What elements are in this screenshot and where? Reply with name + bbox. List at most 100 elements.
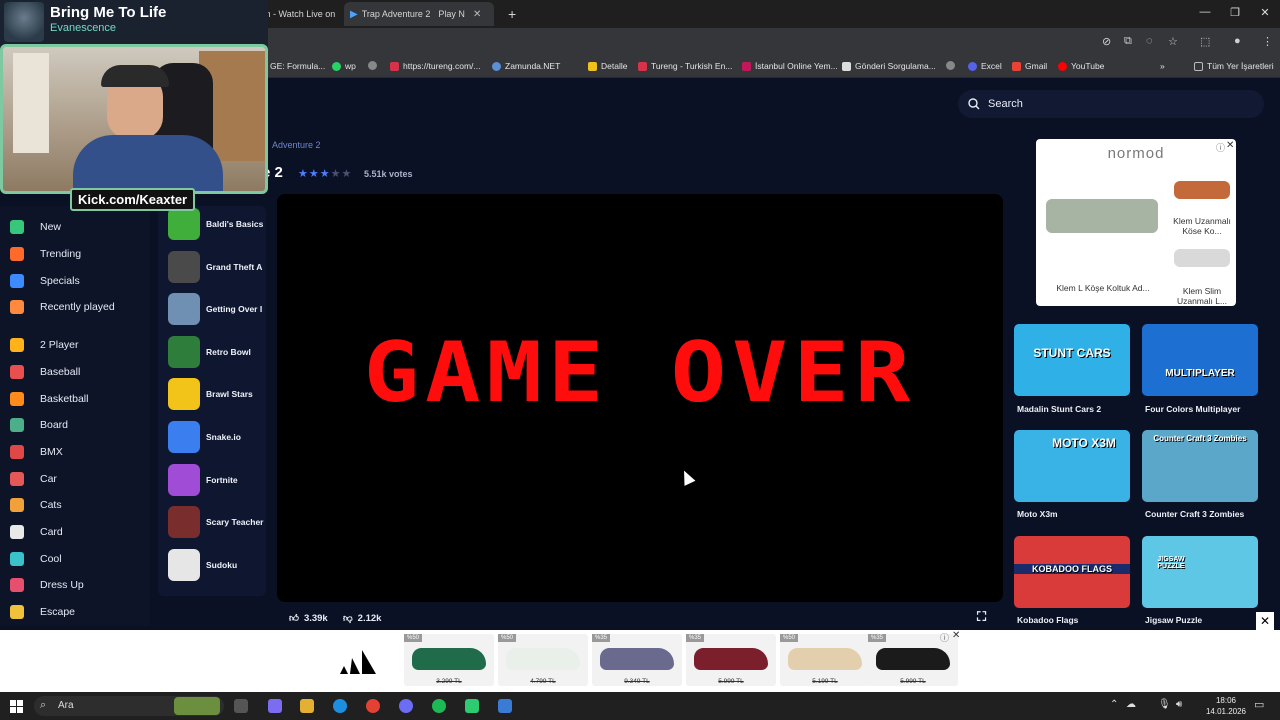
clock-date[interactable]: 14.01.2026 <box>1200 707 1252 716</box>
nav-item-2-player[interactable]: 2 Player <box>10 338 79 352</box>
sidebar-ad[interactable]: normod ⓘ ✕ Klem L Köşe Koltuk Ad... Klem… <box>1036 139 1236 306</box>
mic-icon[interactable]: 🎙︎ <box>1158 699 1171 710</box>
bookmark-formula[interactable]: GE: Formula... <box>270 61 325 71</box>
popular-game-item[interactable]: Retro Bowl <box>168 336 266 368</box>
file-explorer-icon[interactable] <box>300 699 314 713</box>
spotify-icon[interactable] <box>432 699 446 713</box>
restore-icon[interactable]: ❐ <box>1220 6 1250 19</box>
nav-item-escape[interactable]: Escape <box>10 605 75 619</box>
popular-game-item[interactable]: Getting Over I <box>168 293 266 325</box>
related-game-title[interactable]: Kobadoo Flags <box>1017 615 1078 625</box>
nav-item-recently-played[interactable]: Recently played <box>10 300 115 314</box>
nav-item-cats[interactable]: Cats <box>10 498 62 512</box>
related-game-thumbnail[interactable]: KOBADOO FLAGS <box>1014 536 1130 608</box>
bookmark-youtube[interactable]: YouTube <box>1058 61 1104 71</box>
bookmark-tureng[interactable]: https://tureng.com/... <box>390 61 480 71</box>
tab-trap-adventure[interactable]: ▶ Trap Adventure 2 Play N ✕ <box>344 2 494 26</box>
related-game-thumbnail[interactable]: Counter Craft 3 Zombies <box>1142 430 1258 502</box>
adidas-ad[interactable]: %50 3.299 TL %50 4.799 TL %35 9.349 TL %35 5… <box>318 630 962 692</box>
minimize-icon[interactable]: — <box>1190 6 1220 18</box>
bottom-ad-banner[interactable]: %50 3.299 TL %50 4.799 TL %35 9.349 TL %35 5… <box>0 630 1280 692</box>
shoe-ad-item[interactable]: %50 5.199 TL <box>780 634 870 686</box>
nav-item-trending[interactable]: Trending <box>10 247 81 261</box>
all-bookmarks[interactable]: Tüm Yer İşaretleri <box>1194 61 1274 71</box>
menu-icon[interactable]: ⋮ <box>1262 35 1273 48</box>
app-icon[interactable] <box>465 699 479 713</box>
search-input[interactable]: Search <box>958 90 1264 118</box>
taskbar-search[interactable]: ⌕ Ara <box>34 696 224 716</box>
nav-item-cool[interactable]: Cool <box>10 552 62 566</box>
related-game-thumbnail[interactable]: MULTIPLAYER <box>1142 324 1258 396</box>
bookmark-globe-2[interactable] <box>946 61 955 70</box>
bookmark-gmail[interactable]: Gmail <box>1012 61 1047 71</box>
tracking-icon[interactable]: ⊘ <box>1102 35 1111 48</box>
bookmark-excel[interactable]: Excel <box>968 61 1002 71</box>
install-icon[interactable]: ⧉ <box>1124 35 1132 48</box>
bookmark-zamunda[interactable]: Zamunda.NET <box>492 61 560 71</box>
tray-expand-icon[interactable]: ⌃ <box>1110 699 1118 710</box>
ad-close-icon[interactable]: ✕ <box>1226 140 1234 151</box>
banner-close-button[interactable]: ✕ <box>1256 612 1274 630</box>
like-button[interactable]: 👍︎ 3.39k <box>289 612 328 625</box>
related-game-thumbnail[interactable]: JIGSAW PUZZLE <box>1142 536 1258 608</box>
ad-info-icon[interactable]: ⓘ <box>1216 141 1225 154</box>
popular-game-item[interactable]: Baldi's Basics <box>168 208 266 240</box>
related-game-thumbnail[interactable]: STUNT CARS <box>1014 324 1130 396</box>
popular-game-item[interactable]: Sudoku <box>168 549 266 581</box>
nav-item-new[interactable]: New <box>10 220 61 234</box>
bookmark-star-icon[interactable]: ☆ <box>1168 35 1178 48</box>
bookmark-istanbul[interactable]: İstanbul Online Yem... <box>742 61 838 71</box>
related-game-title[interactable]: Jigsaw Puzzle <box>1145 615 1202 625</box>
nav-item-board[interactable]: Board <box>10 418 68 432</box>
bookmark-wp[interactable]: wp <box>332 61 356 71</box>
extensions-icon[interactable]: ⬚ <box>1200 35 1210 48</box>
more-bookmarks-icon[interactable]: » <box>1160 61 1165 71</box>
close-tab-icon[interactable]: ✕ <box>473 9 481 20</box>
related-game-title[interactable]: Madalin Stunt Cars 2 <box>1017 404 1101 414</box>
bookmark-tureng-2[interactable]: Tureng - Turkish En... <box>638 61 732 71</box>
ad-close-icon[interactable]: ✕ <box>952 630 960 641</box>
popular-game-item[interactable]: Scary Teacher <box>168 506 266 538</box>
related-game-title[interactable]: Moto X3m <box>1017 509 1058 519</box>
clock-time[interactable]: 18:06 <box>1206 696 1246 705</box>
fullscreen-icon[interactable]: ⛶ <box>977 609 986 625</box>
nav-item-baseball[interactable]: Baseball <box>10 365 80 379</box>
close-window-icon[interactable]: ✕ <box>1250 6 1280 19</box>
ad-info-icon[interactable]: ⓘ <box>940 631 949 644</box>
network-icon[interactable]: ☁ <box>1126 699 1136 710</box>
nav-item-car[interactable]: Car <box>10 472 57 486</box>
game-canvas[interactable]: GAME OVER <box>277 194 1003 602</box>
dislike-button[interactable]: 👎︎ 2.12k <box>343 612 381 625</box>
popular-game-item[interactable]: Grand Theft A <box>168 251 266 283</box>
task-view-icon[interactable] <box>234 699 248 713</box>
related-game-title[interactable]: Four Colors Multiplayer <box>1145 404 1240 414</box>
notifications-icon[interactable]: ▭ <box>1254 698 1264 711</box>
nav-item-specials[interactable]: Specials <box>10 274 80 288</box>
related-game-title[interactable]: Counter Craft 3 Zombies <box>1145 509 1244 519</box>
popular-game-item[interactable]: Brawl Stars <box>168 378 266 410</box>
copilot-icon[interactable] <box>268 699 282 713</box>
visibility-icon[interactable]: ◌ <box>1146 35 1153 47</box>
shoe-ad-item[interactable]: %35 5.999 TL <box>686 634 776 686</box>
edge-icon[interactable] <box>333 699 347 713</box>
new-tab-button[interactable]: + <box>502 2 522 26</box>
popular-game-item[interactable]: Snake.io <box>168 421 266 453</box>
popular-game-item[interactable]: Fortnite <box>168 464 266 496</box>
shoe-ad-item[interactable]: %50 3.299 TL <box>404 634 494 686</box>
shoe-ad-item[interactable]: %50 4.799 TL <box>498 634 588 686</box>
nav-item-bmx[interactable]: BMX <box>10 445 63 459</box>
volume-icon[interactable]: 🔊︎ <box>1176 699 1182 710</box>
breadcrumb[interactable]: Adventure 2 <box>272 140 321 150</box>
app-icon[interactable] <box>498 699 512 713</box>
star-rating[interactable]: ★★★★★ <box>298 167 352 180</box>
nav-item-card[interactable]: Card <box>10 525 63 539</box>
nav-item-dress-up[interactable]: Dress Up <box>10 578 84 592</box>
bookmark-gonderi[interactable]: Gönderi Sorgulama... <box>842 61 936 71</box>
chrome-icon[interactable] <box>366 699 380 713</box>
discord-icon[interactable] <box>399 699 413 713</box>
shoe-ad-item[interactable]: %35 9.349 TL <box>592 634 682 686</box>
windows-start-icon[interactable] <box>10 700 23 713</box>
related-game-thumbnail[interactable]: MOTO X3M <box>1014 430 1130 502</box>
bookmark-detalle[interactable]: Detalle <box>588 61 627 71</box>
profile-avatar[interactable]: ● <box>1234 35 1241 47</box>
